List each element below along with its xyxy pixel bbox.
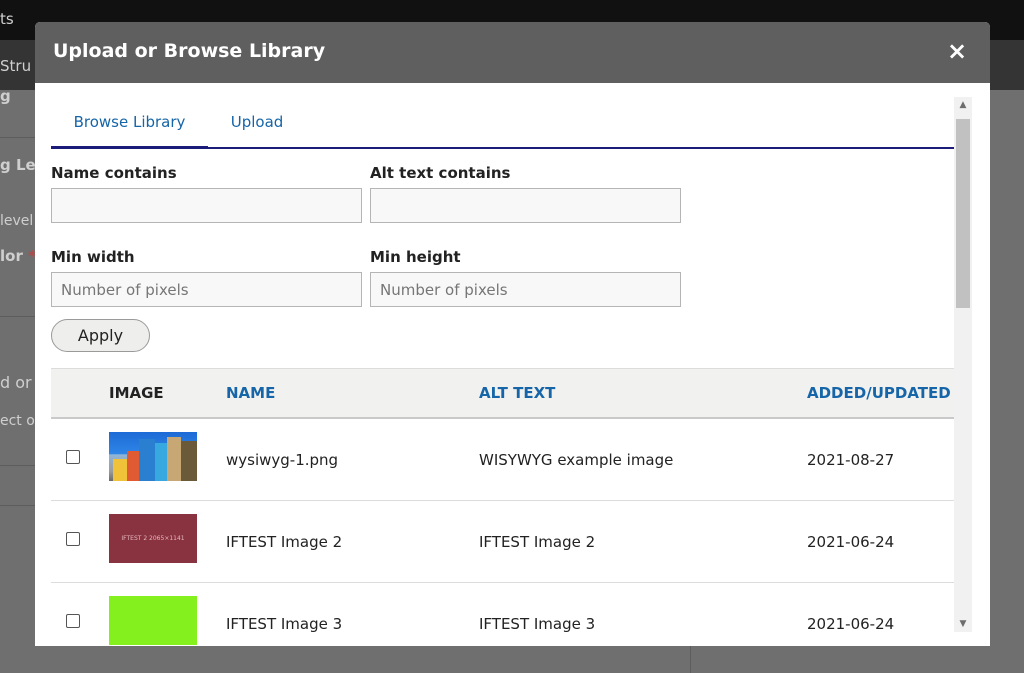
row-select-checkbox[interactable] [66,450,80,464]
column-header-name[interactable]: NAME [226,384,275,402]
image-added-date: 2021-06-24 [807,533,895,551]
row-select-checkbox[interactable] [66,614,80,628]
image-alt-text: IFTEST Image 2 [479,533,596,551]
image-name: wysiwyg-1.png [226,451,339,469]
column-header-added-updated[interactable]: ADDED/UPDATED [807,384,951,402]
background-divider [0,137,35,138]
table-row[interactable]: wysiwyg-1.png WISYWYG example image 2021… [51,419,955,501]
background-divider [0,465,35,466]
thumbnail-caption: IFTEST 2 2065×1141 [121,535,185,542]
tab-bar: Browse Library Upload [51,97,955,149]
image-alt-text: WISYWYG example image [479,451,674,469]
alt-text-contains-input[interactable] [370,188,681,223]
scrollbar-thumb[interactable] [956,119,970,308]
image-added-date: 2021-08-27 [807,451,895,469]
dialog-scrollbar[interactable]: ▲ ▼ [954,97,972,632]
background-text: ts [0,10,14,28]
upload-browse-library-dialog: Upload or Browse Library × Browse Librar… [35,22,990,646]
name-contains-input[interactable] [51,188,362,223]
image-thumbnail[interactable]: IFTEST 2 2065×1141 [109,514,197,563]
close-icon[interactable]: × [946,39,968,63]
column-header-image: IMAGE [109,384,164,402]
tab-upload[interactable]: Upload [221,97,293,149]
scroll-up-arrow-icon[interactable]: ▲ [954,97,972,113]
image-library-table: IMAGE NAME ALT TEXT ADDED/UPDATED wysiwy… [51,368,955,646]
min-height-input[interactable] [370,272,681,307]
image-thumbnail[interactable] [109,596,197,645]
column-header-alt-text[interactable]: ALT TEXT [479,384,555,402]
dialog-header: Upload or Browse Library × [35,22,990,83]
background-divider [0,316,35,317]
dialog-title: Upload or Browse Library [53,40,326,62]
min-height-label: Min height [370,248,461,266]
background-text: lor * [0,247,36,265]
image-name: IFTEST Image 2 [226,533,343,551]
row-select-checkbox[interactable] [66,532,80,546]
image-name: IFTEST Image 3 [226,615,343,633]
tab-browse-library[interactable]: Browse Library [51,97,208,149]
background-text: level [0,213,34,229]
min-width-label: Min width [51,248,135,266]
image-alt-text: IFTEST Image 3 [479,615,596,633]
image-thumbnail[interactable] [109,432,197,481]
background-text: d or [0,373,32,392]
alt-text-contains-label: Alt text contains [370,164,511,182]
min-width-input[interactable] [51,272,362,307]
table-row[interactable]: IFTEST 2 2065×1141 IFTEST Image 2 IFTEST… [51,501,955,583]
scroll-down-arrow-icon[interactable]: ▼ [954,616,972,632]
table-header: IMAGE NAME ALT TEXT ADDED/UPDATED [51,368,955,419]
name-contains-label: Name contains [51,164,177,182]
table-row[interactable]: IFTEST Image 3 IFTEST Image 3 2021-06-24 [51,583,955,646]
apply-button[interactable]: Apply [51,319,150,352]
image-added-date: 2021-06-24 [807,615,895,633]
background-divider [0,505,35,506]
background-divider [690,646,691,673]
background-text: Stru [0,57,32,75]
background-text: g [0,87,11,105]
dialog-body: Browse Library Upload Name contains Alt … [35,83,990,646]
